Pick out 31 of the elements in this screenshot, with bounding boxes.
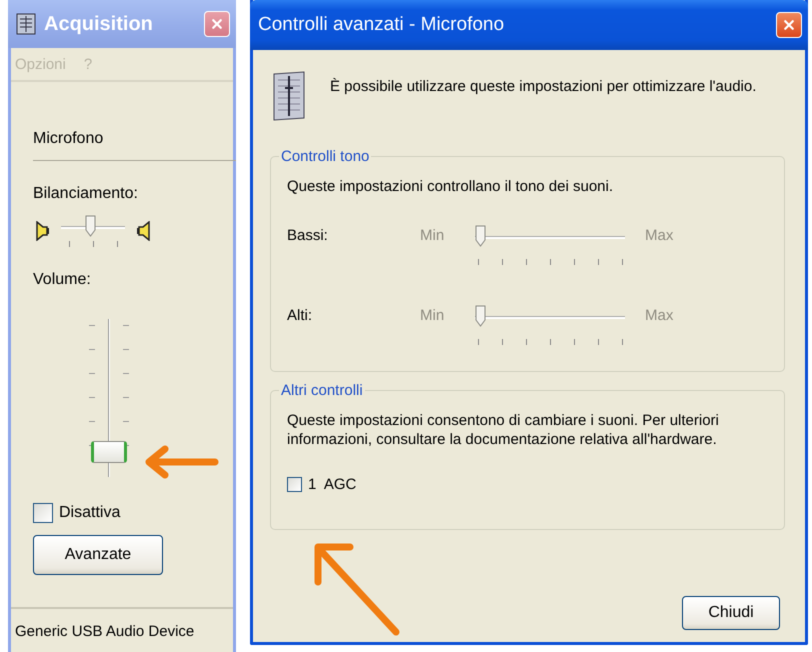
slider-thumb[interactable] (84, 215, 96, 237)
checkbox[interactable] (287, 476, 302, 492)
status-bar: Generic USB Audio Device (11, 607, 233, 652)
max-label: Max (645, 226, 674, 244)
max-label: Max (645, 306, 674, 324)
channel-name: Microfono (33, 130, 236, 161)
close-button[interactable]: Chiudi (682, 596, 780, 630)
min-label: Min (420, 226, 446, 244)
checkbox-label: Disattiva (59, 504, 120, 522)
group-description: Queste impostazioni consentono di cambiare i suoni. Per ulteriori informazioni, consultare la documentazione relativa all'hardware. (287, 410, 720, 450)
advanced-button[interactable]: Avanzate (33, 535, 163, 575)
group-title: Controlli tono (280, 148, 370, 165)
slider-label: Alti: (287, 306, 314, 324)
window-title: Acquisition (44, 12, 154, 36)
slider-thumb[interactable] (91, 441, 127, 464)
balance-label: Bilanciamento: (33, 185, 139, 203)
group-title: Altri controlli (280, 382, 364, 398)
window-title: Controlli avanzati - Microfono (258, 14, 506, 36)
min-label: Min (420, 306, 446, 324)
checkbox-label: 1 AGC (308, 476, 356, 492)
close-icon (212, 19, 222, 29)
checkbox[interactable] (33, 503, 53, 523)
close-button[interactable] (776, 12, 802, 38)
speaker-icon (137, 221, 153, 241)
intro-text: È possibile utilizzare queste impostazioni per ottimizzare l'audio. (330, 78, 756, 95)
volume-label: Volume: (33, 271, 92, 289)
window-icon (16, 13, 36, 35)
close-button[interactable] (204, 11, 230, 37)
slider-label: Bassi: (287, 226, 329, 244)
group-description: Queste impostazioni controllano il tono dei suoni. (287, 177, 614, 196)
close-icon (784, 20, 794, 30)
